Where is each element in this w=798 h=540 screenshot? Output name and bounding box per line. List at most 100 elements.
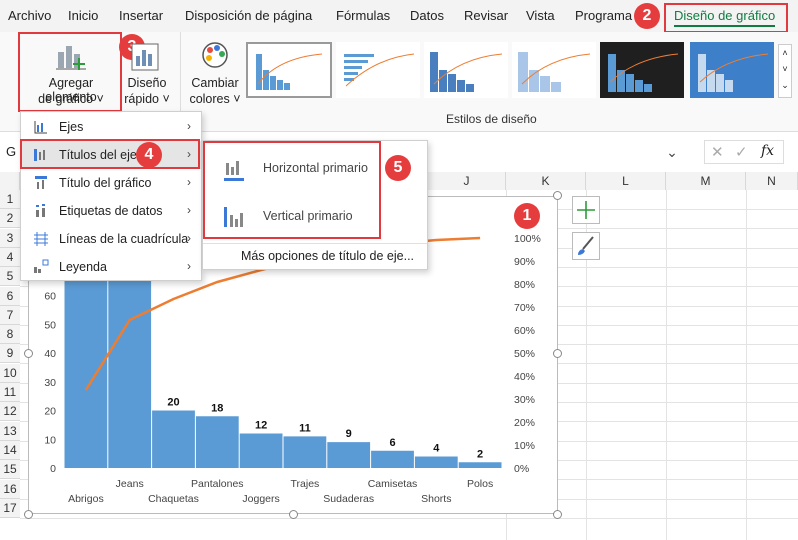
- row-header[interactable]: 13: [0, 421, 20, 441]
- chart-elements-button[interactable]: [572, 196, 600, 224]
- row-header[interactable]: 9: [0, 344, 20, 364]
- menu-item-leyenda[interactable]: Leyenda ›: [21, 253, 201, 281]
- column-header-l[interactable]: L: [586, 172, 666, 190]
- change-colors-button[interactable]: Cambiar colores ˅: [188, 36, 242, 110]
- submenu-separator: [203, 243, 427, 244]
- menu-revisar[interactable]: Revisar: [464, 8, 508, 23]
- step-badge-2: 2: [634, 3, 660, 29]
- category-tick-label: Jeans: [116, 478, 144, 490]
- fx-icon[interactable]: fx: [761, 143, 774, 159]
- enter-icon[interactable]: ✓: [735, 143, 748, 161]
- y-axis-tick-label: 20: [44, 406, 56, 418]
- column-header-j[interactable]: J: [428, 172, 506, 190]
- secondary-axis-tick-label: 20%: [514, 417, 535, 429]
- row-header[interactable]: 1: [0, 190, 20, 209]
- menu-item-etiquetas[interactable]: Etiquetas de datos ›: [21, 197, 201, 225]
- menu-item-lineas[interactable]: Líneas de la cuadrícula ›: [21, 225, 201, 253]
- row-header[interactable]: 2: [0, 209, 20, 229]
- styles-scroll[interactable]: ˄ ˅ ⌄: [778, 44, 792, 98]
- more-axis-title-options[interactable]: Más opciones de título de eje...: [241, 249, 414, 263]
- row-header[interactable]: 5: [0, 267, 20, 287]
- quick-layout-icon: [131, 43, 159, 71]
- category-tick-label: Chaquetas: [148, 493, 199, 505]
- data-label: 18: [211, 402, 223, 414]
- row-header[interactable]: 16: [0, 479, 20, 499]
- menu-vista[interactable]: Vista: [526, 8, 555, 23]
- chart-style-6[interactable]: [690, 42, 774, 98]
- cancel-icon[interactable]: ✕: [711, 143, 724, 161]
- menu-disposicion[interactable]: Disposición de página: [185, 8, 312, 23]
- y-axis-tick-label: 0: [50, 463, 56, 475]
- secondary-axis-tick-label: 30%: [514, 394, 535, 406]
- row-header[interactable]: 14: [0, 440, 20, 460]
- resize-handle[interactable]: [553, 510, 562, 519]
- gridlines-icon: [34, 232, 48, 246]
- resize-handle[interactable]: [289, 510, 298, 519]
- legend-icon: [34, 259, 49, 273]
- chart-style-4-preview: [518, 52, 591, 92]
- y-axis-tick-label: 50: [44, 319, 56, 331]
- highlight-axis-title-options: [203, 141, 381, 239]
- row-header[interactable]: 7: [0, 305, 20, 325]
- row-header[interactable]: 11: [0, 383, 20, 402]
- resize-handle[interactable]: [553, 191, 562, 200]
- data-label: 12: [255, 420, 267, 432]
- menu-archivo[interactable]: Archivo: [8, 8, 51, 23]
- chevron-right-icon: ›: [187, 203, 191, 217]
- bar: [152, 410, 195, 468]
- chart-title-icon: [35, 176, 47, 189]
- quick-layout-label-2: rápido ˅: [124, 92, 170, 106]
- select-all-corner[interactable]: [0, 172, 20, 190]
- row-header[interactable]: 10: [0, 363, 20, 383]
- row-header[interactable]: 12: [0, 402, 20, 422]
- chart-style-1[interactable]: [246, 42, 332, 98]
- grid-line: [746, 190, 747, 540]
- resize-handle[interactable]: [24, 510, 33, 519]
- chart-style-2[interactable]: [336, 42, 420, 98]
- step-badge-5: 5: [385, 155, 411, 181]
- chart-style-5-preview: [608, 53, 679, 92]
- chart-style-4[interactable]: [512, 42, 596, 98]
- row-header[interactable]: 3: [0, 228, 20, 248]
- chart-style-3[interactable]: [424, 42, 508, 98]
- row-header[interactable]: 4: [0, 247, 20, 267]
- name-box-dropdown-icon[interactable]: ⌄: [660, 140, 684, 164]
- menu-item-titulo-grafico[interactable]: Título del gráfico ›: [21, 169, 201, 197]
- menu-item-label: Ejes: [59, 120, 84, 134]
- secondary-axis-tick-label: 40%: [514, 371, 535, 383]
- chart-style-3-preview: [430, 52, 503, 92]
- brush-icon: [578, 236, 594, 255]
- row-header[interactable]: 6: [0, 286, 20, 306]
- row-header[interactable]: 15: [0, 460, 20, 480]
- resize-handle[interactable]: [24, 349, 33, 358]
- palette-icon: [202, 42, 228, 68]
- highlight-chart-design: [664, 3, 788, 33]
- secondary-axis-tick-label: 70%: [514, 302, 535, 314]
- menu-programador[interactable]: Programa: [575, 8, 632, 23]
- highlight-add-element: [18, 32, 122, 112]
- data-label: 4: [433, 443, 440, 455]
- column-header-n[interactable]: N: [746, 172, 798, 190]
- chart-styles-button[interactable]: [572, 232, 600, 260]
- menu-datos[interactable]: Datos: [410, 8, 444, 23]
- name-box[interactable]: G: [6, 140, 20, 164]
- chart-style-5[interactable]: [600, 42, 684, 98]
- column-header-m[interactable]: M: [666, 172, 746, 190]
- menu-inicio[interactable]: Inicio: [68, 8, 98, 23]
- step-badge-1: 1: [514, 203, 540, 229]
- menu-formulas[interactable]: Fórmulas: [336, 8, 390, 23]
- chevron-right-icon: ›: [187, 175, 191, 189]
- menu-insertar[interactable]: Insertar: [119, 8, 163, 23]
- axes-icon: [34, 121, 47, 134]
- data-label: 6: [389, 437, 395, 449]
- menu-item-label: Etiquetas de datos: [59, 204, 163, 218]
- quick-layout-button[interactable]: Diseño rápido ˅: [122, 36, 172, 110]
- row-header[interactable]: 17: [0, 498, 20, 518]
- secondary-axis-tick-label: 100%: [514, 233, 541, 245]
- column-header-k[interactable]: K: [506, 172, 586, 190]
- menu-item-ejes[interactable]: Ejes ›: [21, 113, 201, 141]
- category-tick-label: Abrigos: [68, 493, 104, 505]
- resize-handle[interactable]: [553, 349, 562, 358]
- row-header[interactable]: 8: [0, 325, 20, 345]
- bar: [283, 436, 327, 468]
